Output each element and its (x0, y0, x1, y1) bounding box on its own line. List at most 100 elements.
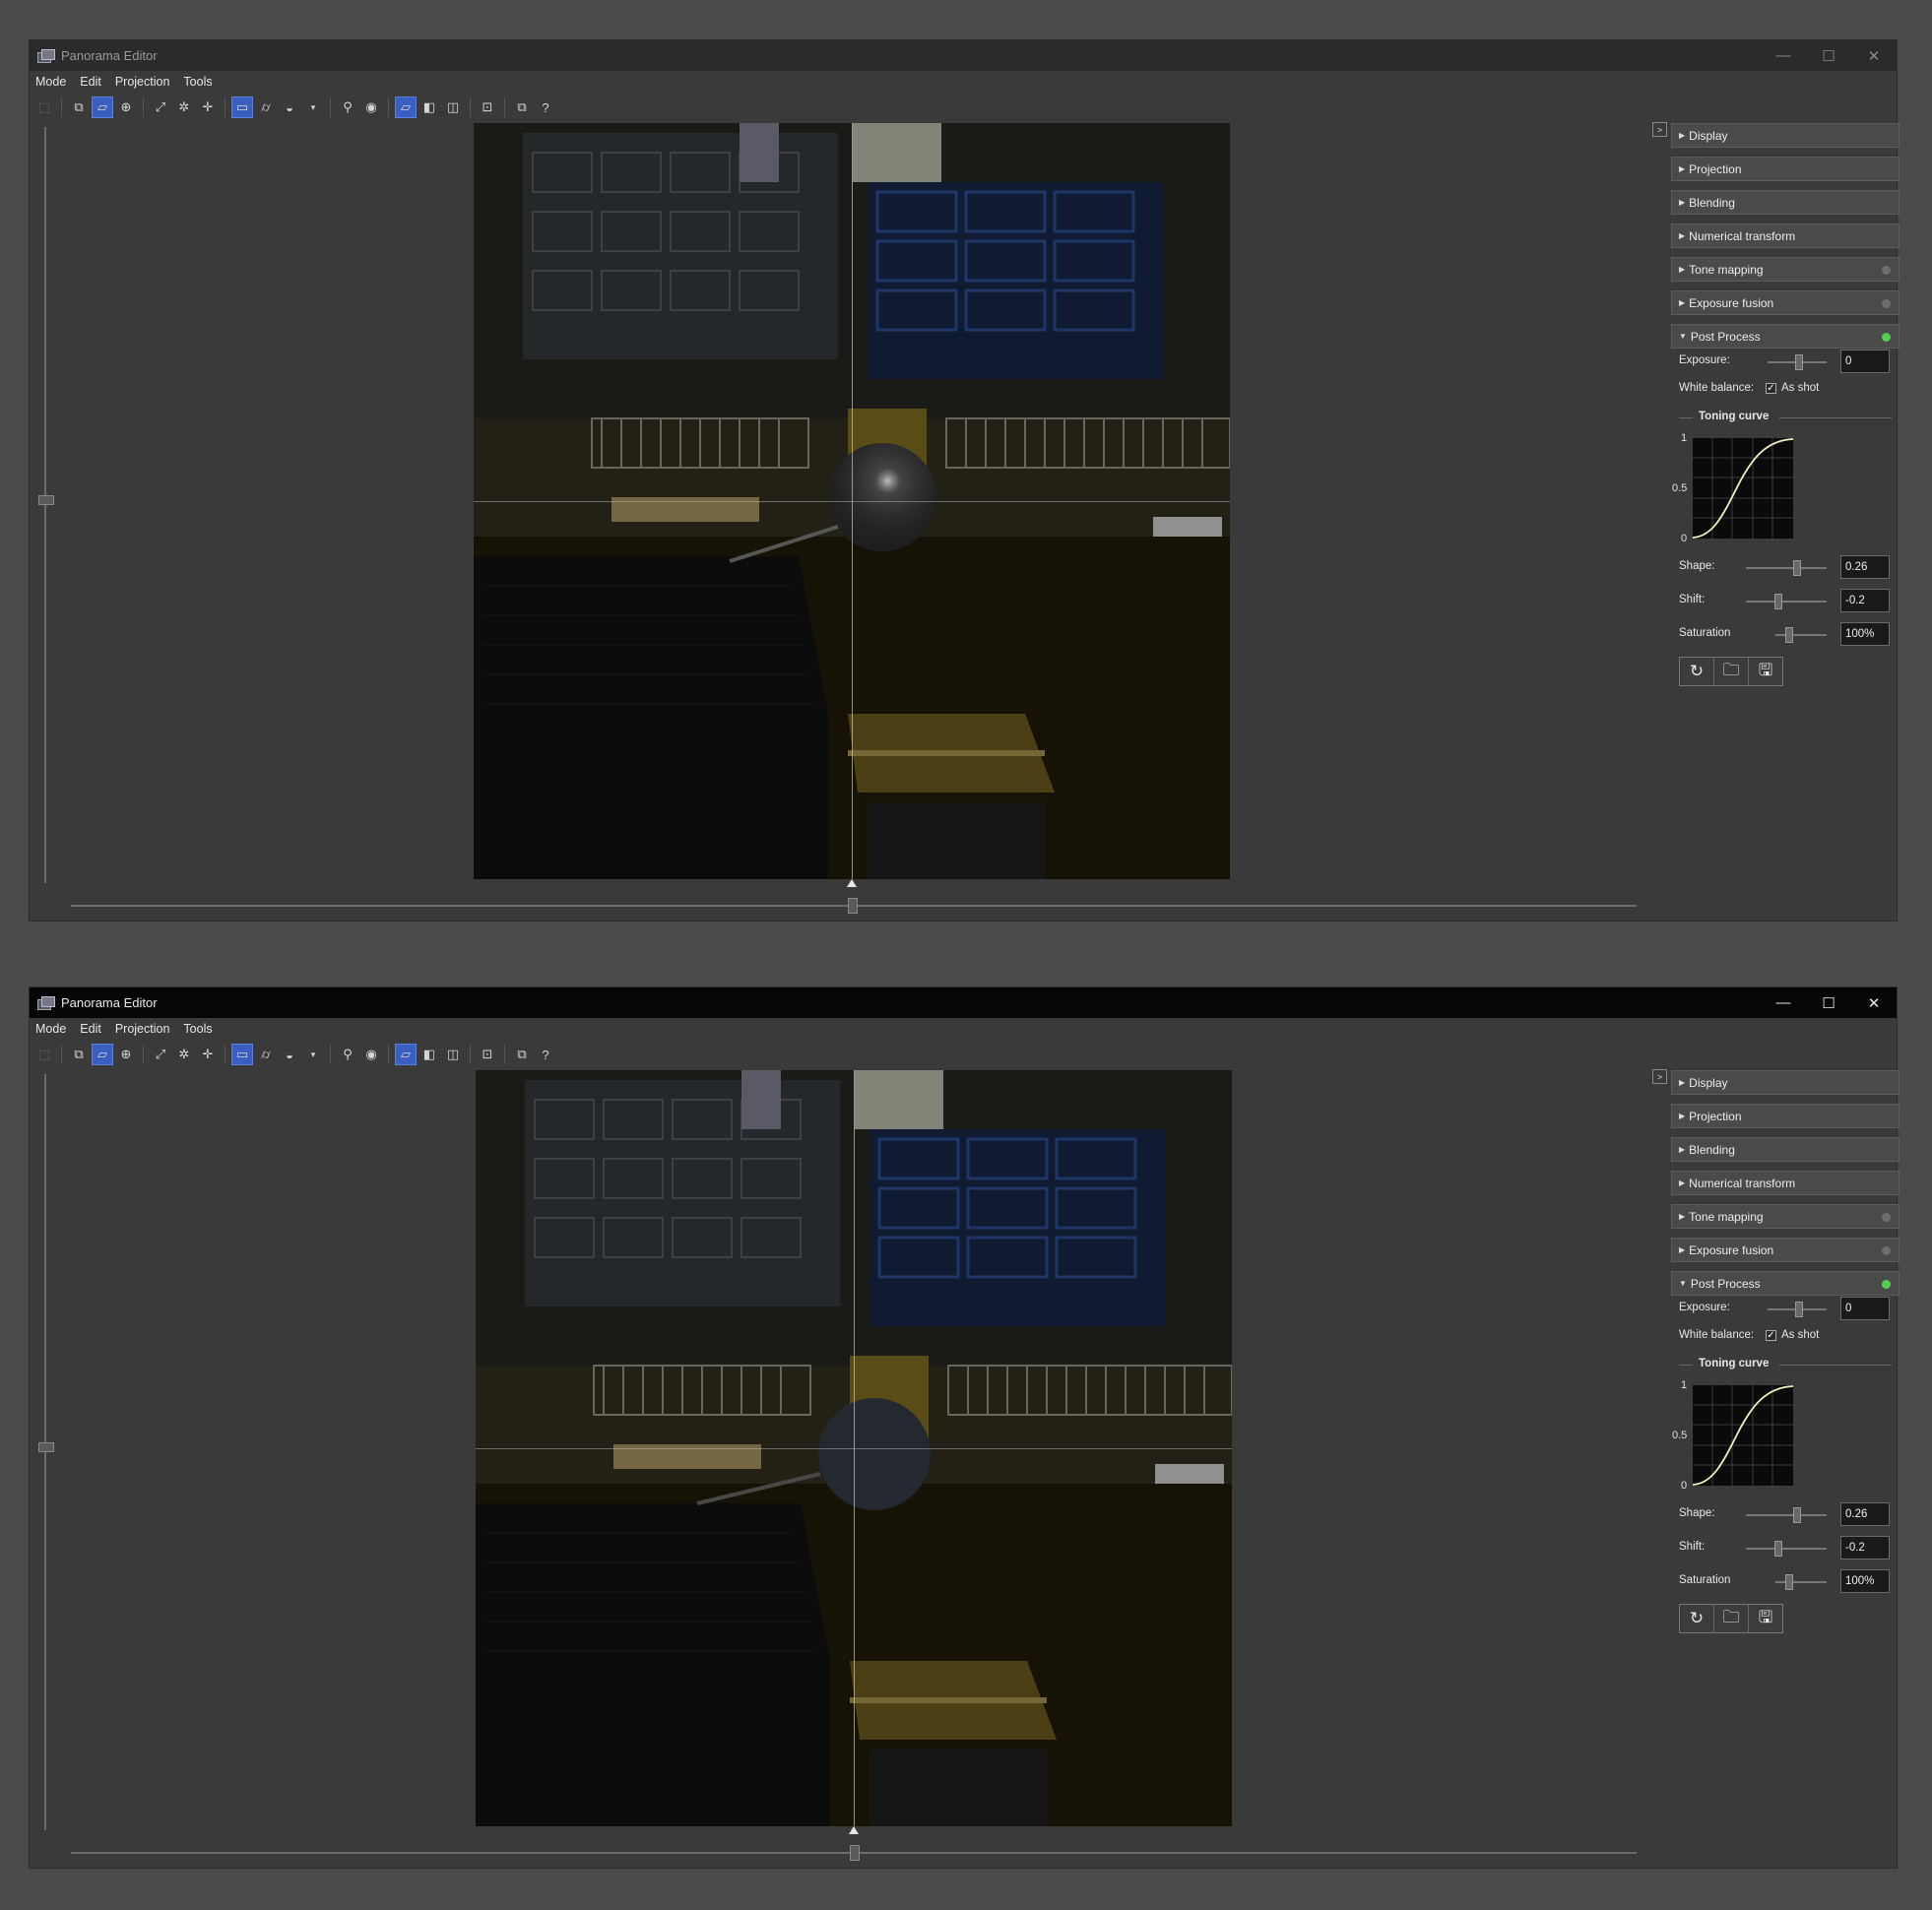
section-tone-mapping[interactable]: ▶ Tone mapping (1671, 1204, 1900, 1229)
help-icon[interactable]: ? (535, 1044, 556, 1065)
status-dot-icon[interactable] (1882, 1246, 1891, 1255)
full-view-icon[interactable]: ▱ (395, 1044, 417, 1065)
identify-icon[interactable]: ⊡ (477, 96, 498, 118)
close-button[interactable]: ✕ (1851, 987, 1897, 1018)
crosshair-icon[interactable]: ⊕ (115, 96, 137, 118)
as-shot-checkbox[interactable]: ✓ (1766, 1330, 1776, 1341)
shape-slider[interactable] (1746, 1514, 1827, 1516)
menu-tools[interactable]: Tools (183, 75, 212, 89)
straighten-icon[interactable]: ✛ (197, 1044, 219, 1065)
rectilinear-icon[interactable]: ▭ (231, 1044, 253, 1065)
menu-tools[interactable]: Tools (183, 1022, 212, 1036)
preview-icon[interactable]: ⧉ (68, 96, 90, 118)
panels-icon[interactable]: ⧉ (511, 96, 533, 118)
shift-slider[interactable] (1746, 1548, 1827, 1550)
fit-icon[interactable]: ⤢ (150, 1044, 171, 1065)
shape-field[interactable]: 0.26 (1840, 1502, 1890, 1526)
close-button[interactable]: ✕ (1851, 40, 1897, 71)
saturation-slider[interactable] (1775, 634, 1827, 636)
maximize-button[interactable]: ☐ (1806, 40, 1851, 71)
exposure-field[interactable]: 0 (1840, 1297, 1890, 1320)
menu-edit[interactable]: Edit (80, 75, 101, 89)
half-view-icon[interactable]: ◧ (419, 96, 440, 118)
menu-projection[interactable]: Projection (115, 1022, 170, 1036)
shift-field[interactable]: -0.2 (1840, 1536, 1890, 1560)
center-icon[interactable]: ✲ (173, 96, 195, 118)
shape-slider[interactable] (1746, 567, 1827, 569)
spherical-icon[interactable]: ◒ (279, 96, 300, 118)
menu-mode[interactable]: Mode (35, 1022, 66, 1036)
status-dot-icon[interactable] (1882, 1213, 1891, 1222)
center-icon[interactable]: ✲ (173, 1044, 195, 1065)
fast-preview-icon[interactable]: ▱ (92, 1044, 113, 1065)
open-folder-icon[interactable]: 🗀 (1714, 1605, 1749, 1632)
reset-icon[interactable]: ↻ (1680, 1605, 1714, 1632)
toning-curve-chart[interactable] (1692, 438, 1794, 539)
minimize-button[interactable]: — (1761, 40, 1806, 71)
saturation-field[interactable]: 100% (1840, 622, 1890, 646)
compare-icon[interactable]: ◫ (442, 1044, 464, 1065)
vertical-slider-handle[interactable] (38, 495, 54, 505)
select-icon[interactable]: ⬚ (33, 1044, 55, 1065)
section-tone-mapping[interactable]: ▶ Tone mapping (1671, 257, 1900, 282)
status-dot-icon[interactable] (1882, 299, 1891, 308)
straighten-icon[interactable]: ✛ (197, 96, 219, 118)
identify-icon[interactable]: ⊡ (477, 1044, 498, 1065)
section-post-process[interactable]: ▼ Post Process (1671, 324, 1900, 349)
saturation-field[interactable]: 100% (1840, 1569, 1890, 1593)
saturation-slider-thumb[interactable] (1785, 627, 1793, 643)
spherical-icon[interactable]: ◒ (279, 1044, 300, 1065)
status-dot-icon[interactable] (1882, 1280, 1891, 1289)
section-numerical-transform[interactable]: ▶ Numerical transform (1671, 1171, 1900, 1195)
toning-curve-chart[interactable] (1692, 1385, 1794, 1486)
vertical-slider-handle[interactable] (38, 1442, 54, 1452)
preview-icon[interactable]: ⧉ (68, 1044, 90, 1065)
rectilinear-icon[interactable]: ▭ (231, 96, 253, 118)
view-icon[interactable]: ◉ (360, 1044, 382, 1065)
exposure-slider-thumb[interactable] (1795, 354, 1803, 370)
section-display[interactable]: ▶ Display (1671, 123, 1900, 148)
shape-slider-thumb[interactable] (1793, 1507, 1801, 1523)
menu-mode[interactable]: Mode (35, 75, 66, 89)
view-icon[interactable]: ◉ (360, 96, 382, 118)
section-projection[interactable]: ▶ Projection (1671, 157, 1900, 181)
shift-slider[interactable] (1746, 601, 1827, 603)
section-numerical-transform[interactable]: ▶ Numerical transform (1671, 223, 1900, 248)
compare-icon[interactable]: ◫ (442, 96, 464, 118)
reset-icon[interactable]: ↻ (1680, 658, 1714, 685)
horizontal-slider-handle[interactable] (850, 1845, 860, 1861)
vertical-slider[interactable] (44, 127, 46, 883)
maximize-button[interactable]: ☐ (1806, 987, 1851, 1018)
as-shot-checkbox[interactable]: ✓ (1766, 383, 1776, 394)
exposure-field[interactable]: 0 (1840, 350, 1890, 373)
exposure-slider-thumb[interactable] (1795, 1302, 1803, 1317)
zoom-icon[interactable]: ⚲ (337, 1044, 358, 1065)
section-exposure-fusion[interactable]: ▶ Exposure fusion (1671, 290, 1900, 315)
collapse-panel-button[interactable]: > (1652, 122, 1667, 137)
status-dot-icon[interactable] (1882, 333, 1891, 342)
collapse-panel-button[interactable]: > (1652, 1069, 1667, 1084)
menu-projection[interactable]: Projection (115, 75, 170, 89)
select-icon[interactable]: ⬚ (33, 96, 55, 118)
cylindrical-icon[interactable]: ⌭ (255, 96, 277, 118)
section-blending[interactable]: ▶ Blending (1671, 190, 1900, 215)
panels-icon[interactable]: ⧉ (511, 1044, 533, 1065)
section-blending[interactable]: ▶ Blending (1671, 1137, 1900, 1162)
shape-slider-thumb[interactable] (1793, 560, 1801, 576)
vertical-slider[interactable] (44, 1074, 46, 1830)
saturation-slider[interactable] (1775, 1581, 1827, 1583)
status-dot-icon[interactable] (1882, 266, 1891, 275)
half-view-icon[interactable]: ◧ (419, 1044, 440, 1065)
dropdown-icon[interactable]: ▾ (302, 1044, 324, 1065)
cylindrical-icon[interactable]: ⌭ (255, 1044, 277, 1065)
crosshair-icon[interactable]: ⊕ (115, 1044, 137, 1065)
menu-edit[interactable]: Edit (80, 1022, 101, 1036)
full-view-icon[interactable]: ▱ (395, 96, 417, 118)
section-display[interactable]: ▶ Display (1671, 1070, 1900, 1095)
save-icon[interactable]: 🖫 (1749, 658, 1782, 685)
save-icon[interactable]: 🖫 (1749, 1605, 1782, 1632)
section-post-process[interactable]: ▼ Post Process (1671, 1271, 1900, 1296)
panorama-preview-image[interactable] (474, 123, 1230, 879)
section-exposure-fusion[interactable]: ▶ Exposure fusion (1671, 1238, 1900, 1262)
help-icon[interactable]: ? (535, 96, 556, 118)
